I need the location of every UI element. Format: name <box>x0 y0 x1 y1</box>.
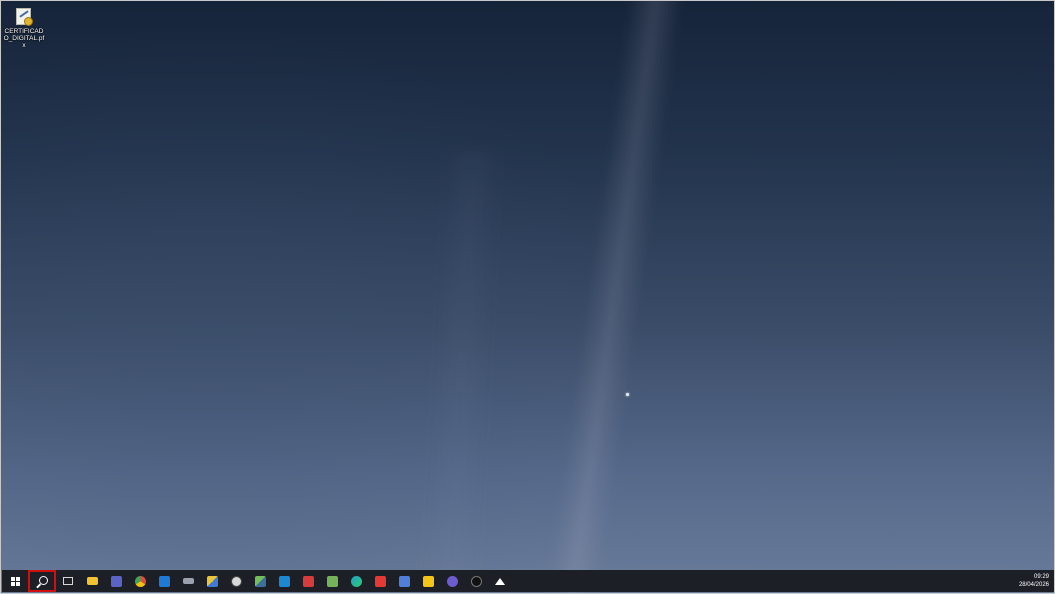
paint-icon <box>206 575 218 587</box>
desktop-icon-certificado[interactable]: CERTIFICADO_DIGITAL.pfx <box>3 7 45 49</box>
wallpaper-pale-blue-dot <box>626 393 629 396</box>
taskbar-app-user-tool[interactable] <box>392 570 416 592</box>
taskbar-clock[interactable]: 09:29 28/04/2026 <box>1019 573 1049 589</box>
taskbar-app-file-explorer[interactable] <box>80 570 104 592</box>
taskbar-app-drive[interactable] <box>488 570 512 592</box>
circle-app-icon <box>470 575 482 587</box>
remote-desktop-icon <box>182 578 194 584</box>
task-view-button[interactable] <box>56 570 80 592</box>
teams-icon <box>110 575 122 587</box>
wallpaper-faint-beam <box>419 149 503 593</box>
clock-time: 09:29 <box>1033 574 1049 580</box>
taskbar-app-office[interactable] <box>296 570 320 592</box>
taskbar-app-remote-desktop[interactable] <box>176 570 200 592</box>
edge-icon <box>350 575 362 587</box>
calendar-icon <box>278 575 290 587</box>
certificate-file-icon <box>14 7 34 27</box>
taskbar-app-teams[interactable] <box>104 570 128 592</box>
anydesk-icon <box>374 575 386 587</box>
desktop-icon-label: CERTIFICADO_DIGITAL.pfx <box>3 28 45 49</box>
taskbar-app-calendar[interactable] <box>272 570 296 592</box>
user-tool-icon <box>398 575 410 587</box>
taskbar-app-chat[interactable] <box>440 570 464 592</box>
search-icon <box>38 575 48 585</box>
windows-start-icon <box>10 576 20 586</box>
chrome-icon <box>134 575 146 587</box>
office-app-icon <box>302 575 314 587</box>
drive-icon <box>495 577 505 585</box>
taskbar-app-paint[interactable] <box>200 570 224 592</box>
taskbar-app-edge[interactable] <box>344 570 368 592</box>
clock-date: 28/04/2026 <box>1018 582 1049 588</box>
chat-app-icon <box>446 575 458 587</box>
taskbar-app-anydesk[interactable] <box>368 570 392 592</box>
taskbar-app-sticky-notes[interactable] <box>416 570 440 592</box>
taskbar: 09:29 28/04/2026 <box>2 570 1054 592</box>
taskbar-app-outlook[interactable] <box>152 570 176 592</box>
taskbar-app-notepad[interactable] <box>320 570 344 592</box>
taskbar-app-globe[interactable] <box>224 570 248 592</box>
notepad-icon <box>326 575 338 587</box>
start-button[interactable] <box>2 570 28 592</box>
taskbar-app-android-studio[interactable] <box>248 570 272 592</box>
task-view-icon <box>63 577 73 585</box>
search-button[interactable] <box>28 570 56 592</box>
wallpaper-light-beam <box>542 1 686 593</box>
taskbar-app-chrome[interactable] <box>128 570 152 592</box>
sticky-notes-icon <box>422 575 434 587</box>
desktop: CERTIFICADO_DIGITAL.pfx 09:29 28/04/2026 <box>0 0 1055 594</box>
android-studio-icon <box>254 575 266 587</box>
globe-app-icon <box>230 575 242 587</box>
outlook-mail-icon <box>158 575 170 587</box>
file-explorer-icon <box>86 577 98 585</box>
taskbar-app-circle[interactable] <box>464 570 488 592</box>
